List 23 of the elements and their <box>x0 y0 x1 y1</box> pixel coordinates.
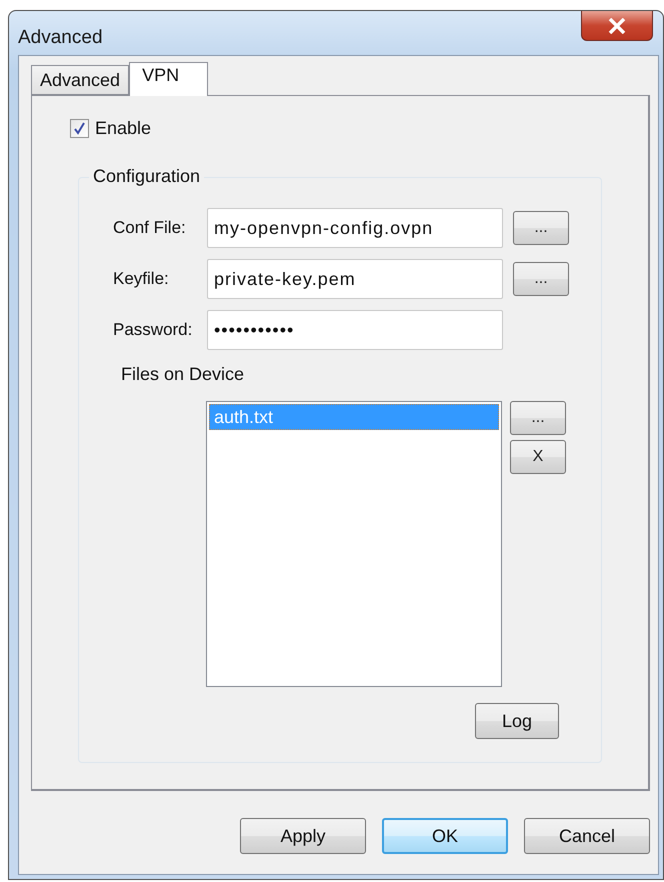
browse-button[interactable]: ... <box>513 211 569 245</box>
input-field[interactable]: my-openvpn-config.ovpn <box>207 208 503 248</box>
window-title: Advanced <box>18 27 103 49</box>
dialog-button[interactable]: OK <box>382 818 508 854</box>
field-label: Password: <box>113 320 194 340</box>
tab[interactable]: Advanced <box>31 65 130 95</box>
input-field[interactable]: ••••••••••• <box>207 310 503 350</box>
enable-label: Enable <box>95 118 152 139</box>
field-label: Keyfile: <box>113 269 170 289</box>
enable-checkbox[interactable] <box>70 119 89 138</box>
browse-button[interactable]: ... <box>513 262 569 296</box>
dialog-button[interactable]: Apply <box>240 818 366 854</box>
tab[interactable]: VPN <box>129 62 208 96</box>
dialog-button[interactable]: Cancel <box>524 818 650 854</box>
field-label: Conf File: <box>113 218 187 238</box>
close-icon <box>608 18 626 34</box>
group-title: Configuration <box>89 166 204 187</box>
input-field[interactable]: private-key.pem <box>207 259 503 299</box>
log-button[interactable]: Log <box>475 703 559 739</box>
browse-button[interactable]: ... <box>510 401 566 435</box>
remove-button[interactable]: X <box>510 440 566 474</box>
files-label: Files on Device <box>121 364 246 385</box>
close-button[interactable] <box>581 11 653 41</box>
